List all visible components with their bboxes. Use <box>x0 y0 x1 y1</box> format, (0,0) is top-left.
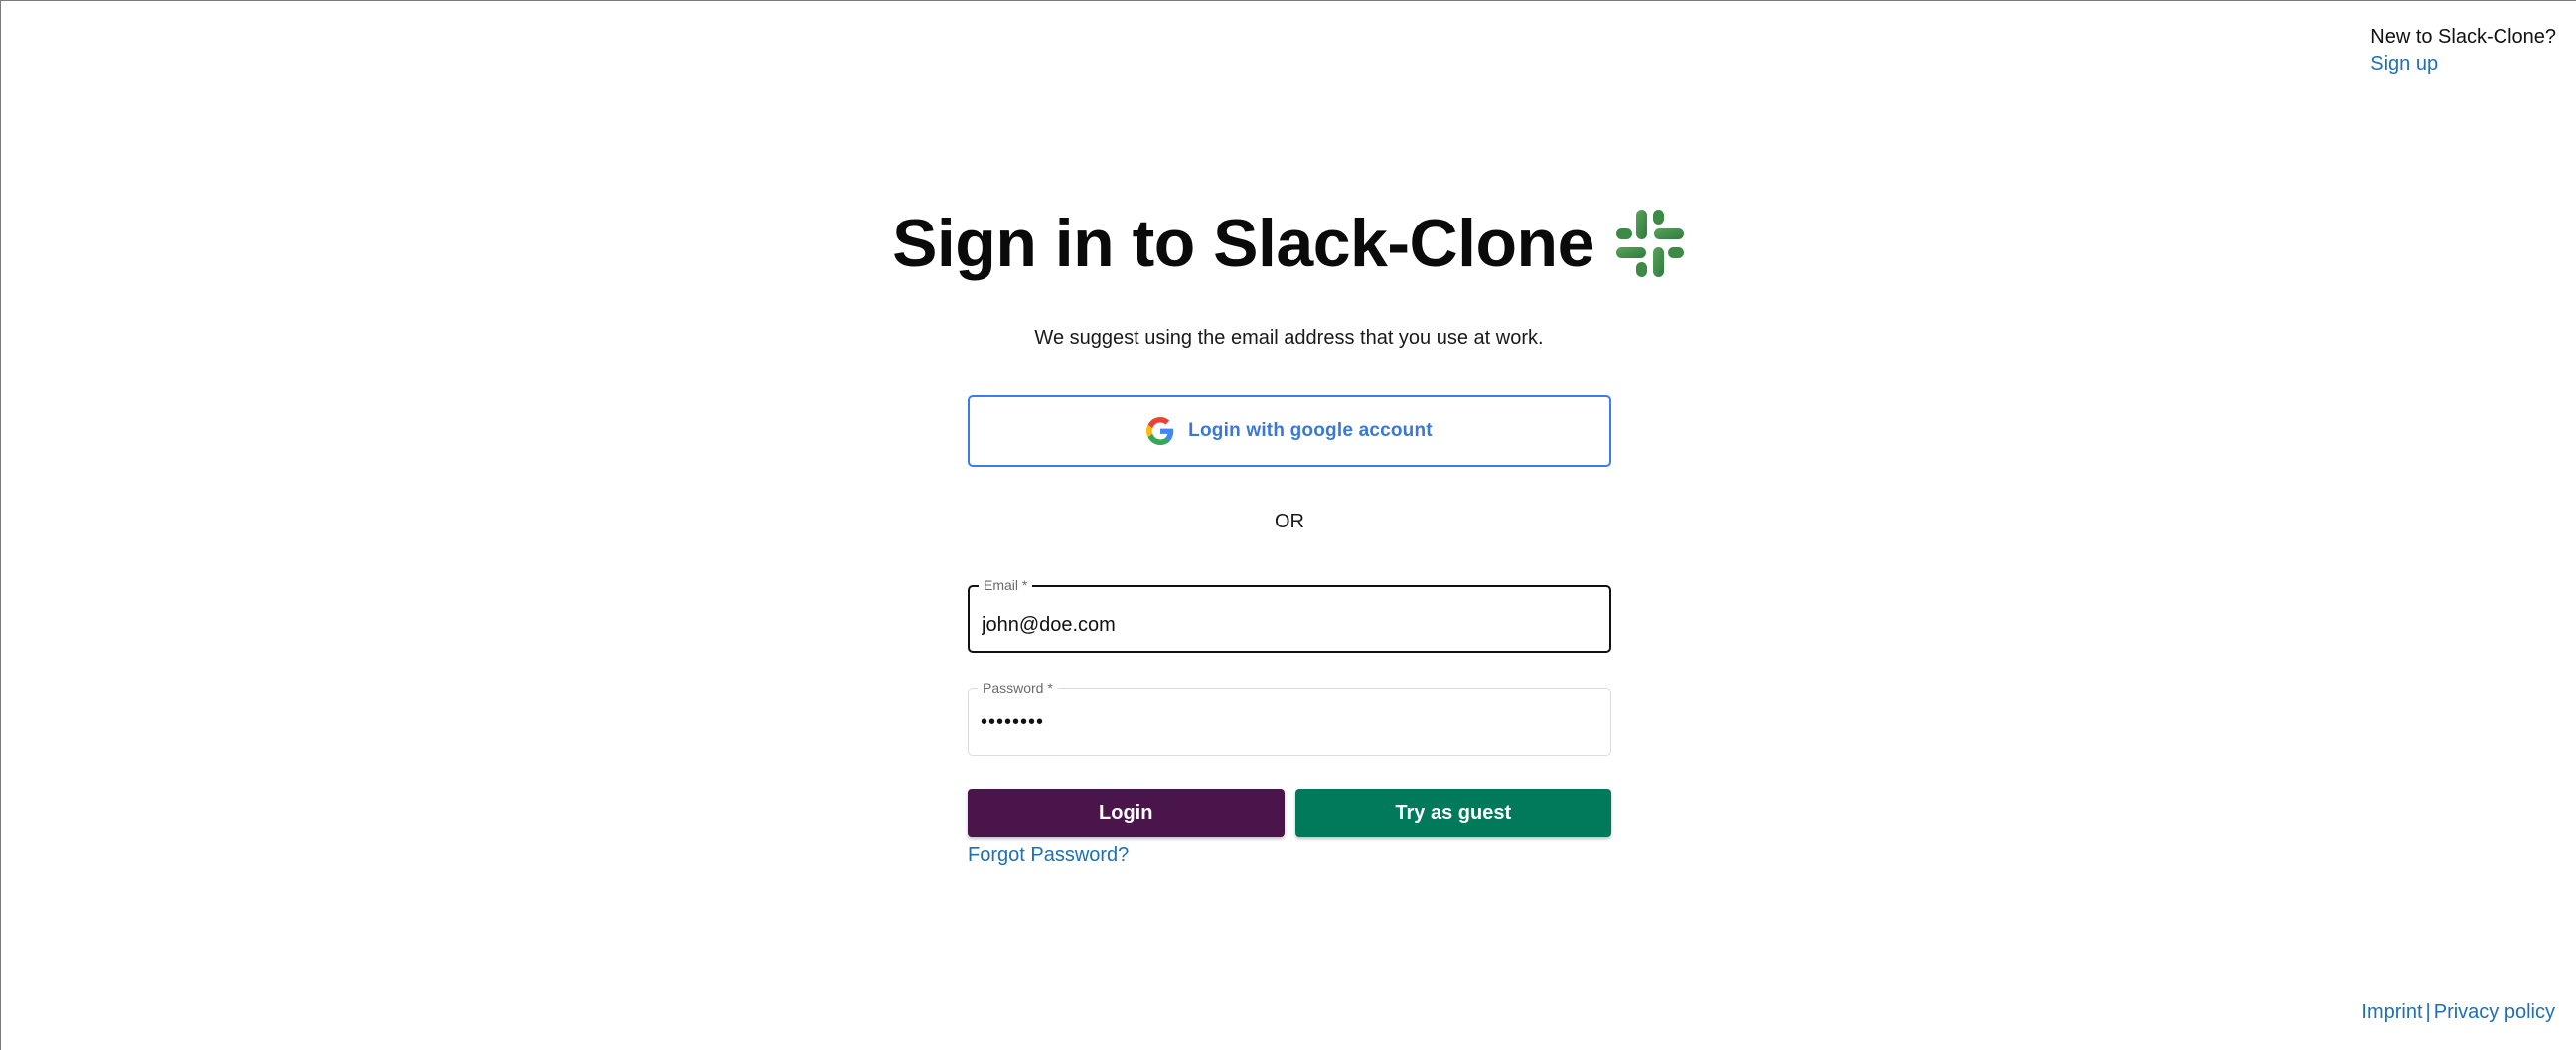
slack-logo-icon <box>1615 210 1684 277</box>
password-label: Password * <box>978 679 1058 697</box>
page-title: Sign in to Slack-Clone <box>892 206 1594 281</box>
forgot-password-link[interactable]: Forgot Password? <box>968 844 1129 867</box>
footer-separator: | <box>2425 1001 2431 1023</box>
google-icon <box>1146 417 1174 445</box>
action-buttons: Login Try as guest <box>968 789 1611 837</box>
email-input[interactable] <box>982 611 1597 639</box>
email-label: Email * <box>979 576 1033 594</box>
signup-link[interactable]: Sign up <box>2370 51 2556 76</box>
title-row: Sign in to Slack-Clone <box>1 205 2576 282</box>
password-field[interactable]: Password * •••••••• <box>968 679 1611 756</box>
password-input[interactable]: •••••••• <box>981 711 1598 739</box>
login-button[interactable]: Login <box>968 789 1285 837</box>
subtitle: We suggest using the email address that … <box>1034 327 1544 349</box>
signup-prompt: New to Slack-Clone? Sign up <box>2370 23 2556 76</box>
try-as-guest-button[interactable]: Try as guest <box>1294 789 1611 837</box>
footer-links: Imprint | Privacy policy <box>2361 1001 2555 1024</box>
google-login-button[interactable]: Login with google account <box>968 395 1611 467</box>
login-page: New to Slack-Clone? Sign up Sign in to S… <box>0 0 2576 1050</box>
imprint-link[interactable]: Imprint <box>2361 1001 2422 1023</box>
google-login-label: Login with google account <box>1188 420 1433 441</box>
privacy-policy-link[interactable]: Privacy policy <box>2434 1001 2555 1023</box>
email-field[interactable]: Email * <box>968 576 1611 653</box>
or-divider: OR <box>1275 511 1304 532</box>
signup-question: New to Slack-Clone? <box>2370 26 2556 48</box>
